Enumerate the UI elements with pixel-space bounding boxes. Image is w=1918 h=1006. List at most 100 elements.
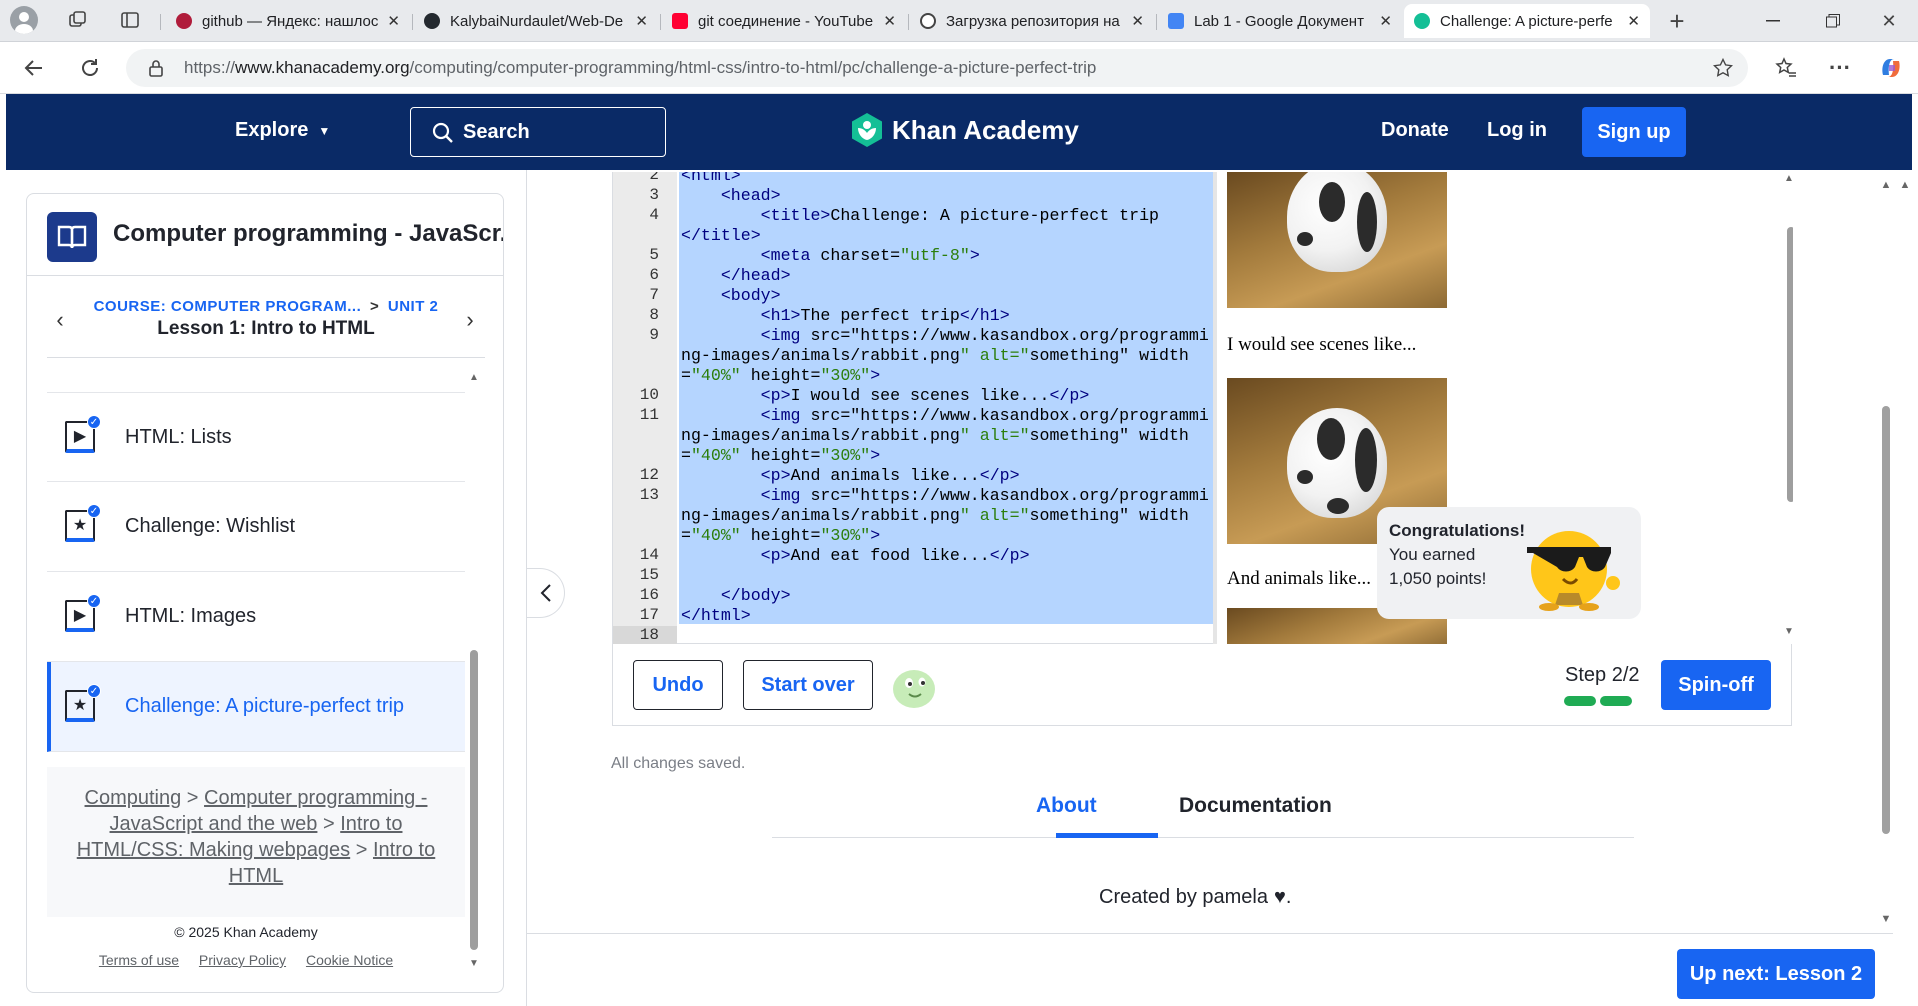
lesson-item-selected[interactable]: ★ ✓ Challenge: A picture-perfect trip [47, 662, 465, 752]
close-tab-icon[interactable]: ✕ [1379, 12, 1392, 30]
browser-tab[interactable]: KalybaiNurdaulet/Web-De ✕ [414, 4, 658, 38]
lesson-item-label: Challenge: Wishlist [125, 515, 296, 537]
code-line[interactable]: <p>I would see scenes like...</p> [681, 386, 1090, 405]
back-icon[interactable] [20, 54, 48, 82]
scroll-up-icon[interactable]: ▲ [467, 370, 481, 384]
line-number: 2 [649, 172, 659, 184]
course-title[interactable]: Computer programming - JavaScr... [113, 220, 503, 248]
code-line[interactable]: </head> [681, 266, 791, 285]
cookie-link[interactable]: Cookie Notice [306, 952, 393, 968]
more-menu-icon[interactable]: ··· [1826, 54, 1854, 82]
favorite-star-icon[interactable] [1712, 57, 1734, 79]
breadcrumb-link[interactable]: Computing [85, 787, 182, 809]
up-next-button[interactable]: Up next: Lesson 2 [1677, 949, 1875, 999]
close-tab-icon[interactable]: ✕ [883, 12, 896, 30]
code-line[interactable]: <body> [681, 286, 781, 305]
step-progress-segment [1564, 696, 1596, 706]
restore-icon[interactable] [1820, 8, 1846, 34]
close-tab-icon[interactable]: ✕ [1131, 12, 1144, 30]
khan-academy-logo[interactable]: Khan Academy [850, 112, 1079, 148]
browser-tab[interactable]: git соединение - YouTube ✕ [662, 4, 906, 38]
chevron-down-icon: ▼ [318, 123, 331, 138]
spinoff-button[interactable]: Spin-off [1661, 660, 1771, 710]
browser-tab[interactable]: Lab 1 - Google Документ ✕ [1158, 4, 1402, 38]
lesson-item[interactable]: ▶ ✓ HTML: Lists [47, 392, 465, 482]
minimize-icon[interactable] [1760, 8, 1786, 34]
tab-title: github — Яндекс: нашлось [202, 12, 380, 30]
scroll-down-icon[interactable]: ▼ [467, 956, 481, 970]
output-scrollbar[interactable] [1787, 227, 1793, 502]
lesson-item[interactable]: ▶ ✓ HTML: Images [47, 572, 465, 662]
code-line[interactable]: ="40%" height="30%"> [681, 526, 880, 545]
code-line[interactable]: </body> [681, 586, 791, 605]
close-window-icon[interactable]: ✕ [1876, 8, 1902, 34]
avatar[interactable] [891, 664, 937, 710]
code-line[interactable]: </html> [681, 606, 751, 625]
copilot-icon[interactable] [1876, 53, 1906, 83]
scroll-down-icon[interactable]: ▼ [1783, 624, 1793, 638]
undo-button[interactable]: Undo [633, 660, 723, 710]
code-line[interactable]: ="40%" height="30%"> [681, 366, 880, 385]
line-number: 15 [639, 566, 659, 584]
favorites-bar-icon[interactable] [1772, 54, 1800, 82]
close-tab-icon[interactable]: ✕ [635, 12, 648, 30]
code-line[interactable]: <p>And eat food like...</p> [681, 546, 1030, 565]
login-link[interactable]: Log in [1487, 119, 1547, 142]
code-line[interactable]: <p>And animals like...</p> [681, 466, 1020, 485]
new-tab-icon[interactable]: + [1664, 6, 1690, 36]
scroll-up-icon[interactable]: ▲ [1897, 178, 1913, 192]
code-line[interactable]: <title>Challenge: A picture-perfect trip [681, 206, 1159, 225]
browser-tab[interactable]: github — Яндекс: нашлось ✕ [166, 4, 410, 38]
code-line[interactable]: ng-images/animals/rabbit.png" alt="somet… [681, 346, 1189, 365]
lesson-item[interactable]: ★ ✓ Challenge: Wishlist [47, 482, 465, 572]
course-label[interactable]: COURSE: COMPUTER PROGRAM... [94, 298, 362, 315]
code-line[interactable]: <img src="https://www.kasandbox.org/prog… [681, 406, 1209, 425]
code-line[interactable]: ng-images/animals/rabbit.png" alt="somet… [681, 506, 1189, 525]
url-domain: www.khanacademy.org [235, 58, 410, 77]
code-line[interactable]: <img src="https://www.kasandbox.org/prog… [681, 486, 1209, 505]
workspaces-icon[interactable] [66, 8, 90, 32]
code-lines[interactable]: 2 <html> 3 <head> 4 <title>Challenge: A pic… [613, 172, 1213, 644]
explore-menu[interactable]: Explore ▼ [235, 119, 330, 142]
profile-avatar-icon[interactable] [10, 6, 38, 34]
tab-documentation[interactable]: Documentation [1179, 794, 1332, 818]
scroll-up-icon[interactable]: ▲ [1878, 178, 1894, 192]
line-number: 14 [639, 546, 659, 564]
scroll-down-icon[interactable]: ▼ [1878, 912, 1894, 926]
code-line[interactable]: <html> [681, 172, 741, 185]
code-line[interactable]: <head> [681, 186, 781, 205]
info-tabs: About Documentation [772, 790, 1634, 838]
close-tab-icon[interactable]: ✕ [387, 12, 400, 30]
close-tab-icon[interactable]: ✕ [1627, 12, 1640, 30]
lock-icon[interactable] [146, 58, 166, 78]
url-prefix: https:// [184, 58, 236, 77]
lesson-item-label: HTML: Images [125, 605, 257, 627]
terms-link[interactable]: Terms of use [99, 952, 179, 968]
code-line[interactable]: ="40%" height="30%"> [681, 446, 880, 465]
line-number: 13 [639, 486, 659, 504]
code-line[interactable]: <img src="https://www.kasandbox.org/prog… [681, 326, 1209, 345]
code-line[interactable]: </title> [681, 226, 761, 245]
tab-actions-icon[interactable] [118, 8, 142, 32]
browser-tab-active[interactable]: Challenge: A picture-perfe ✕ [1404, 4, 1650, 38]
congrats-title: Congratulations! [1389, 521, 1525, 540]
donate-link[interactable]: Donate [1381, 119, 1449, 142]
tab-about[interactable]: About [1036, 794, 1097, 818]
scroll-up-icon[interactable]: ▲ [1783, 172, 1793, 184]
youtube-favicon-icon [672, 13, 688, 29]
code-line[interactable]: <meta charset="utf-8"> [681, 246, 980, 265]
collapse-sidebar-button[interactable] [527, 568, 565, 618]
unit-label[interactable]: UNIT 2 [388, 298, 439, 315]
chevron-right-icon[interactable]: › [461, 307, 479, 332]
sidebar-scrollbar[interactable] [470, 650, 478, 950]
start-over-button[interactable]: Start over [743, 660, 873, 710]
code-line[interactable]: ng-images/animals/rabbit.png" alt="somet… [681, 426, 1189, 445]
privacy-link[interactable]: Privacy Policy [199, 952, 286, 968]
signup-button[interactable]: Sign up [1582, 107, 1686, 157]
page-scrollbar[interactable] [1882, 406, 1890, 834]
code-line[interactable]: <h1>The perfect trip</h1> [681, 306, 1010, 325]
address-bar[interactable]: https://www.khanacademy.org/computing/co… [126, 49, 1748, 87]
browser-tab[interactable]: Загрузка репозитория на ✕ [910, 4, 1154, 38]
search-button[interactable]: Search [410, 107, 666, 157]
reload-icon[interactable] [76, 54, 104, 82]
